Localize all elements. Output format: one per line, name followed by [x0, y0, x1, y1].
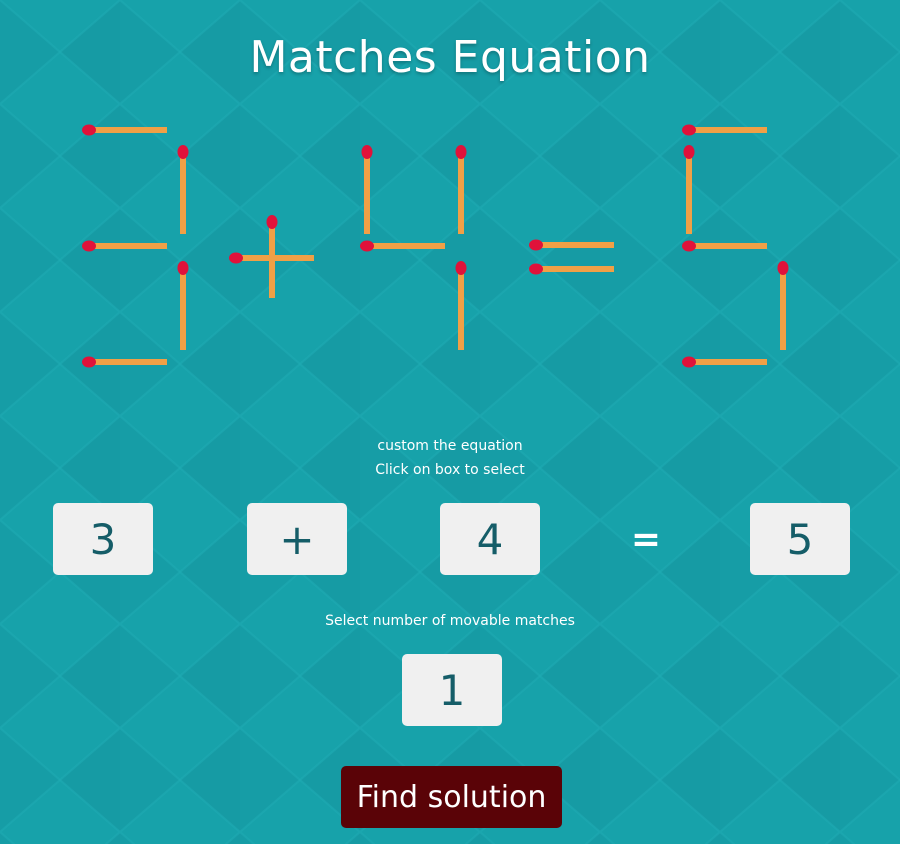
match-digit0-b: [177, 145, 189, 234]
match-digit0-d: [82, 356, 167, 368]
result-box[interactable]: 5: [750, 503, 850, 575]
equals-sign: =: [630, 518, 662, 560]
match-equals-top: [529, 239, 614, 251]
match-digit4-a: [682, 124, 767, 136]
operator-box[interactable]: +: [247, 503, 347, 575]
custom-equation-caption: custom the equation: [377, 438, 523, 454]
match-digit4-g: [682, 240, 767, 252]
match-digit2-g: [360, 240, 445, 252]
right-operand-box[interactable]: 4: [440, 503, 540, 575]
movable-matches-label: Select number of movable matches: [325, 613, 575, 629]
match-digit0-c: [177, 261, 189, 350]
match-digit4-f: [683, 145, 695, 234]
match-digit2-b: [455, 145, 467, 234]
click-box-caption: Click on box to select: [375, 462, 525, 478]
match-digit2-c: [455, 261, 467, 350]
page: Matches Equation custom the equation Cli…: [0, 0, 900, 844]
left-operand-box[interactable]: 3: [53, 503, 153, 575]
matchstick-equation: [82, 124, 789, 368]
movable-matches-box[interactable]: 1: [402, 654, 502, 726]
find-solution-button[interactable]: Find solution: [341, 766, 562, 828]
match-digit0-a: [82, 124, 167, 136]
match-digit4-d: [682, 356, 767, 368]
match-equals-bottom: [529, 263, 614, 275]
match-digit4-c: [777, 261, 789, 350]
match-digit2-f: [361, 145, 373, 234]
match-digit0-g: [82, 240, 167, 252]
